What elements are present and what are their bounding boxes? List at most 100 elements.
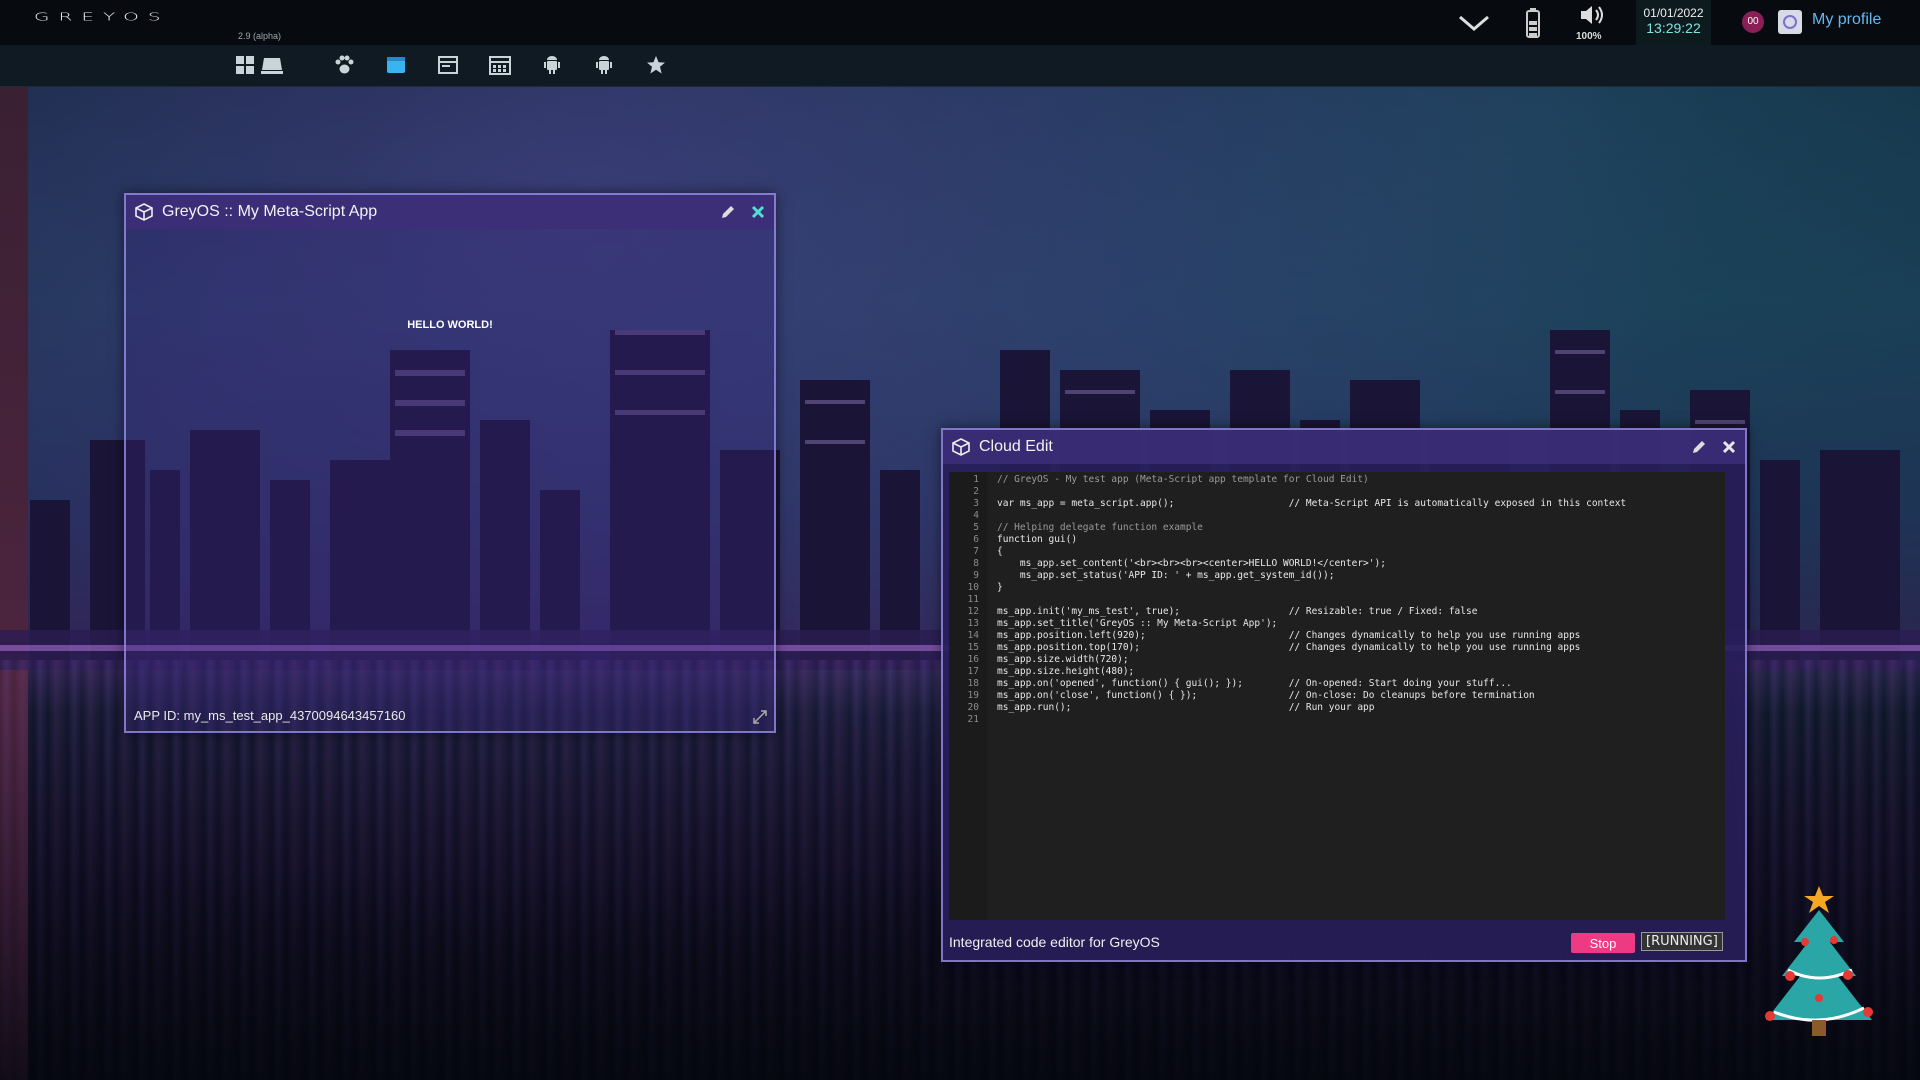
app-content: HELLO WORLD! (126, 229, 774, 731)
line-number: 8 (973, 558, 979, 569)
time-label: 13:29:22 (1646, 20, 1701, 36)
line-number: 16 (967, 654, 979, 665)
code-text: ms_app.set_status('APP ID: ' + ms_app.ge… (997, 570, 1335, 581)
chevron-down-icon[interactable] (1456, 0, 1492, 45)
line-number: 9 (973, 570, 979, 581)
os-version: 2.9 (alpha) (238, 31, 282, 41)
browser-icon[interactable] (436, 53, 460, 77)
line-number: 12 (967, 606, 979, 617)
resize-handle-icon[interactable] (752, 709, 768, 725)
code-line[interactable]: 4 (949, 510, 1725, 522)
android-icon[interactable] (592, 53, 616, 77)
code-text: ms_app.init('my_ms_test', true); // Resi… (997, 606, 1478, 617)
code-text: var ms_app = meta_script.app(); // Meta-… (997, 498, 1627, 509)
cube-icon (134, 202, 154, 222)
line-number: 5 (973, 522, 979, 533)
code-line[interactable]: 12 ms_app.init('my_ms_test', true); // Re… (949, 606, 1725, 618)
code-line[interactable]: 8 ms_app.set_content('<br><br><br><cente… (949, 558, 1725, 570)
code-line[interactable]: 9 ms_app.set_status('APP ID: ' + ms_app.… (949, 570, 1725, 582)
hello-world-text: HELLO WORLD! (407, 319, 493, 331)
line-number: 13 (967, 618, 979, 629)
stop-button[interactable]: Stop (1571, 933, 1635, 953)
code-line[interactable]: 15 ms_app.position.top(170); // Changes d… (949, 642, 1725, 654)
edit-pencil-icon[interactable] (1689, 437, 1709, 457)
code-line[interactable]: 1 // GreyOS - My test app (Meta-Script ap… (949, 474, 1725, 486)
window-titlebar[interactable]: GreyOS :: My Meta-Script App (126, 195, 774, 229)
code-text: ms_app.on('close', function() { }); // O… (997, 690, 1535, 701)
code-line[interactable]: 10} (949, 582, 1725, 594)
apps-grid-icon[interactable] (233, 53, 257, 77)
line-number: 11 (967, 594, 979, 605)
code-text: ms_app.position.left(920); // Changes dy… (997, 630, 1581, 641)
code-text: { (997, 546, 1003, 557)
my-profile-link[interactable]: My profile (1812, 11, 1881, 29)
notification-badge[interactable]: 00 (1742, 11, 1764, 33)
window-title: GreyOS :: My Meta-Script App (162, 203, 378, 220)
line-number: 3 (973, 498, 979, 509)
greyos-logo[interactable]: GREYOS (34, 10, 170, 23)
star-icon[interactable] (644, 53, 668, 77)
code-text: ms_app.position.top(170); // Changes dyn… (997, 642, 1581, 653)
code-text: // Helping delegate function example (997, 522, 1203, 533)
line-number: 10 (967, 582, 979, 593)
code-text: function gui() (997, 534, 1078, 545)
line-number: 15 (967, 642, 979, 653)
window-title: Cloud Edit (979, 438, 1053, 455)
code-line[interactable]: 17 ms_app.size.height(480); (949, 666, 1725, 678)
edit-pencil-icon[interactable] (718, 202, 738, 222)
code-text: ms_app.on('opened', function() { gui(); … (997, 678, 1512, 689)
code-line[interactable]: 11 (949, 594, 1725, 606)
christmas-tree-icon[interactable] (1760, 880, 1878, 1050)
avatar[interactable] (1778, 10, 1802, 34)
app-launcher-bar (0, 45, 1920, 87)
line-number: 21 (967, 714, 979, 725)
line-number: 18 (967, 678, 979, 689)
code-text: ms_app.set_content('<br><br><br><center>… (997, 558, 1386, 569)
code-line[interactable]: 14 ms_app.position.left(920); // Changes … (949, 630, 1725, 642)
code-text: ms_app.size.height(480); (997, 666, 1135, 677)
close-icon[interactable] (1719, 437, 1739, 457)
code-editor[interactable]: 1 // GreyOS - My test app (Meta-Script ap… (949, 472, 1725, 920)
line-number: 2 (973, 486, 979, 497)
code-line[interactable]: 13 ms_app.set_title('GreyOS :: My Meta-Sc… (949, 618, 1725, 630)
top-bar: GREYOS 2.9 (alpha) 100% 01/01/2022 13:29… (0, 0, 1920, 45)
code-line[interactable]: 7{ (949, 546, 1725, 558)
code-line[interactable]: 18 ms_app.on('opened', function() { gui()… (949, 678, 1725, 690)
line-number: 4 (973, 510, 979, 521)
code-line[interactable]: 5 // Helping delegate function example (949, 522, 1725, 534)
window-icon[interactable] (384, 53, 408, 77)
volume-percent: 100% (1576, 31, 1602, 42)
code-line[interactable]: 20 ms_app.run(); // Run your app (949, 702, 1725, 714)
line-number: 14 (967, 630, 979, 641)
running-state-label: [RUNNING] (1641, 932, 1723, 951)
editor-status: Integrated code editor for GreyOS (949, 934, 1160, 950)
clock[interactable]: 01/01/2022 13:29:22 (1636, 0, 1711, 45)
code-line[interactable]: 3 var ms_app = meta_script.app(); // Meta… (949, 498, 1725, 510)
code-line[interactable]: 19 ms_app.on('close', function() { }); //… (949, 690, 1725, 702)
window-titlebar[interactable]: Cloud Edit (943, 430, 1745, 464)
code-lines: 1 // GreyOS - My test app (Meta-Script ap… (949, 474, 1725, 726)
paw-icon[interactable] (332, 53, 356, 77)
battery-icon[interactable] (1523, 0, 1543, 45)
code-text: ms_app.size.width(720); (997, 654, 1129, 665)
app-status: APP ID: my_ms_test_app_4370094643457160 (134, 708, 406, 723)
line-number: 6 (973, 534, 979, 545)
android-icon[interactable] (540, 53, 564, 77)
stack-icon[interactable] (260, 53, 284, 77)
code-line[interactable]: 16 ms_app.size.width(720); (949, 654, 1725, 666)
line-number: 1 (973, 474, 979, 485)
volume-icon[interactable] (1578, 0, 1608, 30)
close-icon[interactable] (748, 202, 768, 222)
code-line[interactable]: 2 (949, 486, 1725, 498)
line-number: 19 (967, 690, 979, 701)
calendar-icon[interactable] (488, 53, 512, 77)
meta-script-app-window[interactable]: GreyOS :: My Meta-Script App HELLO WORLD… (124, 193, 776, 733)
line-number: 17 (967, 666, 979, 677)
code-line[interactable]: 21 (949, 714, 1725, 726)
code-text: ms_app.set_title('GreyOS :: My Meta-Scri… (997, 618, 1278, 629)
code-line[interactable]: 6 function gui() (949, 534, 1725, 546)
code-text: // GreyOS - My test app (Meta-Script app… (997, 474, 1369, 485)
cube-icon (951, 437, 971, 457)
code-text: } (997, 582, 1003, 593)
cloud-edit-window[interactable]: Cloud Edit 1 // GreyOS - My test app (Met… (941, 428, 1747, 962)
